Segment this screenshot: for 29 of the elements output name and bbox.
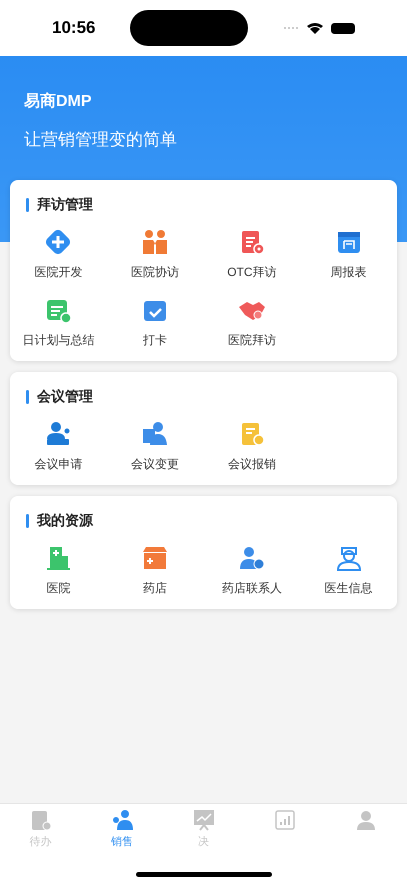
section-title: 拜访管理	[37, 195, 93, 214]
menu-tile[interactable]: 医院	[10, 543, 107, 597]
chart-board-icon	[192, 808, 216, 832]
menu-tile[interactable]: 会议申请	[10, 419, 107, 473]
menu-tile[interactable]: 药店	[106, 543, 204, 597]
app-slogan: 让营销管理变的简单	[24, 129, 178, 151]
bar-chart-icon	[272, 808, 297, 832]
app-title: 易商DMP	[24, 91, 93, 112]
menu-tile[interactable]: 打卡	[106, 295, 204, 349]
menu-tile[interactable]: OTC拜访	[204, 227, 300, 281]
menu-tile[interactable]: 周报表	[300, 227, 397, 281]
menu-tile[interactable]: 医院开发	[10, 227, 107, 281]
menu-tile[interactable]: 医院协访	[106, 227, 204, 281]
menu-tile[interactable]: 日计划与总结	[10, 295, 107, 349]
section-title: 会议管理	[37, 387, 93, 406]
signal-icon	[282, 26, 299, 30]
status-time: 10:56	[52, 17, 96, 40]
menu-tile[interactable]: 药店联系人	[204, 543, 300, 597]
accent-bar	[26, 514, 29, 528]
section-title: 我的资源	[37, 511, 93, 530]
battery-icon	[330, 22, 355, 34]
menu-tile[interactable]: 医院拜访	[204, 295, 300, 349]
people-icon	[110, 808, 134, 832]
wifi-icon	[306, 22, 323, 34]
accent-bar	[26, 198, 29, 212]
accent-bar	[26, 390, 29, 404]
menu-tile[interactable]: 医生信息	[300, 543, 397, 597]
menu-tile[interactable]: 会议变更	[106, 419, 204, 473]
menu-tile[interactable]: 会议报销	[204, 419, 300, 473]
